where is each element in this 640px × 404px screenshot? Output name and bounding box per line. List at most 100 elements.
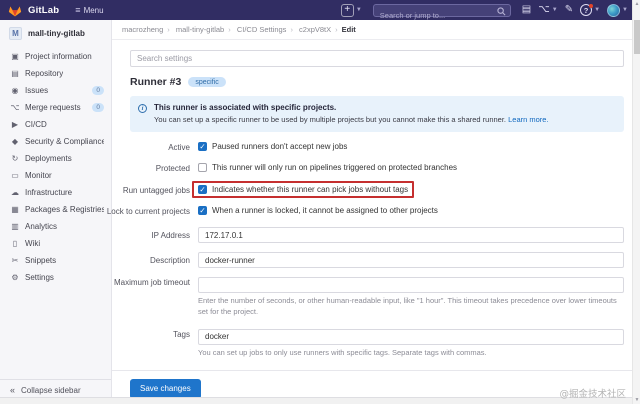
sidebar-item-infrastructure[interactable]: ☁ Infrastructure: [0, 184, 111, 201]
sidebar-project-link[interactable]: M mall-tiny-gitlab: [0, 20, 111, 46]
active-checkbox-group[interactable]: Paused runners don't accept new jobs: [198, 142, 347, 151]
global-search: [372, 3, 511, 21]
deployments-icon: ↻: [11, 154, 19, 163]
locked-checkbox-group[interactable]: When a runner is locked, it cannot be as…: [198, 206, 438, 215]
timeout-input[interactable]: [198, 277, 624, 293]
sidebar-item-label: Project information: [25, 52, 92, 61]
gitlab-logo-icon[interactable]: [8, 4, 22, 17]
description-input[interactable]: [198, 252, 624, 268]
breadcrumb-link[interactable]: c2xpV8tX: [299, 25, 331, 34]
active-checkbox[interactable]: [198, 142, 207, 151]
sidebar-item-label: Security & Compliance: [25, 137, 104, 146]
settings-search-input[interactable]: [130, 50, 624, 67]
scroll-up-arrow-icon[interactable]: ▲: [633, 1, 640, 7]
locked-label: Lock to current projects: [106, 207, 190, 216]
sidebar-item-cicd[interactable]: ▶ CI/CD: [0, 116, 111, 133]
cicd-icon: ▶: [11, 120, 19, 129]
annotation-highlight-box[interactable]: Indicates whether this runner can pick j…: [192, 181, 415, 198]
locked-checkbox-label: When a runner is locked, it cannot be as…: [212, 206, 438, 215]
help-menu-button[interactable]: ? ▼: [580, 4, 600, 16]
breadcrumb-separator: ›: [335, 25, 338, 34]
vertical-scrollbar[interactable]: ▲ ▼: [632, 0, 640, 404]
run-untagged-label: Run untagged jobs: [122, 186, 190, 195]
protected-checkbox[interactable]: [198, 163, 207, 172]
notification-dot: [589, 4, 594, 8]
horizontal-scrollbar[interactable]: [0, 397, 632, 404]
sidebar-item-packages-registries[interactable]: ▦ Packages & Registries: [0, 201, 111, 218]
global-search-input[interactable]: [373, 9, 510, 21]
section-divider: [112, 369, 640, 371]
shield-icon: ◆: [11, 137, 19, 146]
gitlab-brand-text[interactable]: GitLab: [28, 5, 59, 16]
issues-icon[interactable]: ▤: [522, 5, 531, 15]
wiki-icon: ▯: [12, 239, 18, 248]
sidebar-nav: ▣ Project information ▤ Repository ◉ Iss…: [0, 48, 111, 286]
settings-content: Runner #3 specific i This runner is asso…: [107, 40, 640, 399]
sidebar-item-label: Settings: [25, 273, 54, 282]
page-title: Runner #3: [130, 76, 182, 88]
collapse-icon: «: [10, 385, 16, 395]
top-navbar: GitLab ≡ Menu + ▼ ▤ ⌥ ▼ ✎ ? ▼: [0, 0, 640, 21]
protected-checkbox-group[interactable]: This runner will only run on pipelines t…: [198, 163, 457, 172]
count-badge: 0: [92, 86, 104, 95]
sidebar-item-label: Wiki: [25, 239, 41, 248]
active-checkbox-label: Paused runners don't accept new jobs: [212, 142, 348, 151]
sidebar-item-wiki[interactable]: ▯ Wiki: [0, 235, 111, 252]
breadcrumb-link[interactable]: mall-tiny-gitlab: [176, 25, 224, 34]
sidebar-item-repository[interactable]: ▤ Repository: [0, 65, 111, 82]
sidebar-item-project-information[interactable]: ▣ Project information: [0, 48, 111, 65]
scrollbar-thumb[interactable]: [634, 20, 640, 54]
sidebar-item-settings[interactable]: ⚙ Settings: [0, 269, 111, 286]
issues-icon: ◉: [11, 86, 19, 95]
tags-input[interactable]: [198, 328, 624, 345]
search-icon: [497, 6, 506, 15]
sidebar-item-label: CI/CD: [25, 120, 47, 129]
sidebar-item-deployments[interactable]: ↻ Deployments: [0, 150, 111, 167]
sidebar-item-label: Issues: [25, 86, 49, 95]
user-menu-button[interactable]: ▼: [607, 3, 628, 17]
breadcrumb-separator: ›: [228, 25, 231, 34]
breadcrumb-separator: ›: [290, 25, 293, 34]
user-avatar: [607, 3, 621, 17]
locked-checkbox[interactable]: [198, 206, 207, 215]
project-sidebar: M mall-tiny-gitlab ▣ Project information…: [0, 20, 112, 404]
scroll-down-arrow-icon[interactable]: ▼: [633, 397, 640, 403]
tags-label: Tags: [173, 329, 190, 339]
merge-requests-menu-button[interactable]: ⌥ ▼: [538, 5, 557, 15]
todos-icon[interactable]: ✎: [565, 5, 573, 15]
sidebar-item-security-compliance[interactable]: ◆ Security & Compliance: [0, 133, 111, 150]
merge-request-icon: ⌥: [538, 4, 550, 15]
sidebar-item-label: Merge requests: [25, 103, 81, 112]
chart-icon: ▥: [11, 222, 19, 231]
help-icon: ?: [580, 4, 594, 16]
navbar-left: GitLab ≡ Menu: [8, 4, 104, 17]
navbar-right: + ▼ ▤ ⌥ ▼ ✎ ? ▼ ▼: [340, 3, 628, 21]
sidebar-item-merge-requests[interactable]: ⌥ Merge requests 0: [0, 99, 111, 116]
ip-address-row: IP Address: [130, 227, 624, 243]
info-alert: i This runner is associated with specifi…: [130, 96, 624, 132]
ip-address-input[interactable]: [198, 227, 624, 243]
sidebar-item-label: Monitor: [25, 171, 52, 180]
sidebar-item-snippets[interactable]: ✂ Snippets: [0, 252, 111, 269]
new-item-menu-button[interactable]: + ▼: [340, 3, 362, 17]
scissors-icon: ✂: [11, 256, 19, 265]
run-untagged-row: Run untagged jobs Indicates whether this…: [123, 181, 624, 198]
run-untagged-checkbox-label: Indicates whether this runner can pick j…: [212, 185, 409, 194]
save-changes-button[interactable]: Save changes: [130, 378, 201, 399]
sidebar-item-label: Repository: [25, 69, 64, 78]
package-icon: ▦: [11, 205, 19, 214]
breadcrumb-link[interactable]: macrozheng: [122, 25, 163, 34]
main-panel: macrozheng › mall-tiny-gitlab › CI/CD Sett…: [107, 20, 640, 404]
runner-edit-form: Active Paused runners don't accept new j…: [107, 142, 624, 359]
project-information-icon: ▣: [11, 52, 19, 61]
run-untagged-checkbox[interactable]: [198, 185, 207, 194]
sidebar-item-monitor[interactable]: ▭ Monitor: [0, 167, 111, 184]
menu-button[interactable]: ≡ Menu: [75, 5, 103, 15]
breadcrumb-link[interactable]: CI/CD Settings: [237, 25, 287, 34]
count-badge: 0: [92, 103, 104, 112]
learn-more-link[interactable]: Learn more.: [508, 115, 548, 124]
active-label: Active: [168, 143, 190, 152]
sidebar-item-analytics[interactable]: ▥ Analytics: [0, 218, 111, 235]
sidebar-item-issues[interactable]: ◉ Issues 0: [0, 82, 111, 99]
alert-body-text: You can set up a specific runner to be u…: [154, 115, 507, 124]
